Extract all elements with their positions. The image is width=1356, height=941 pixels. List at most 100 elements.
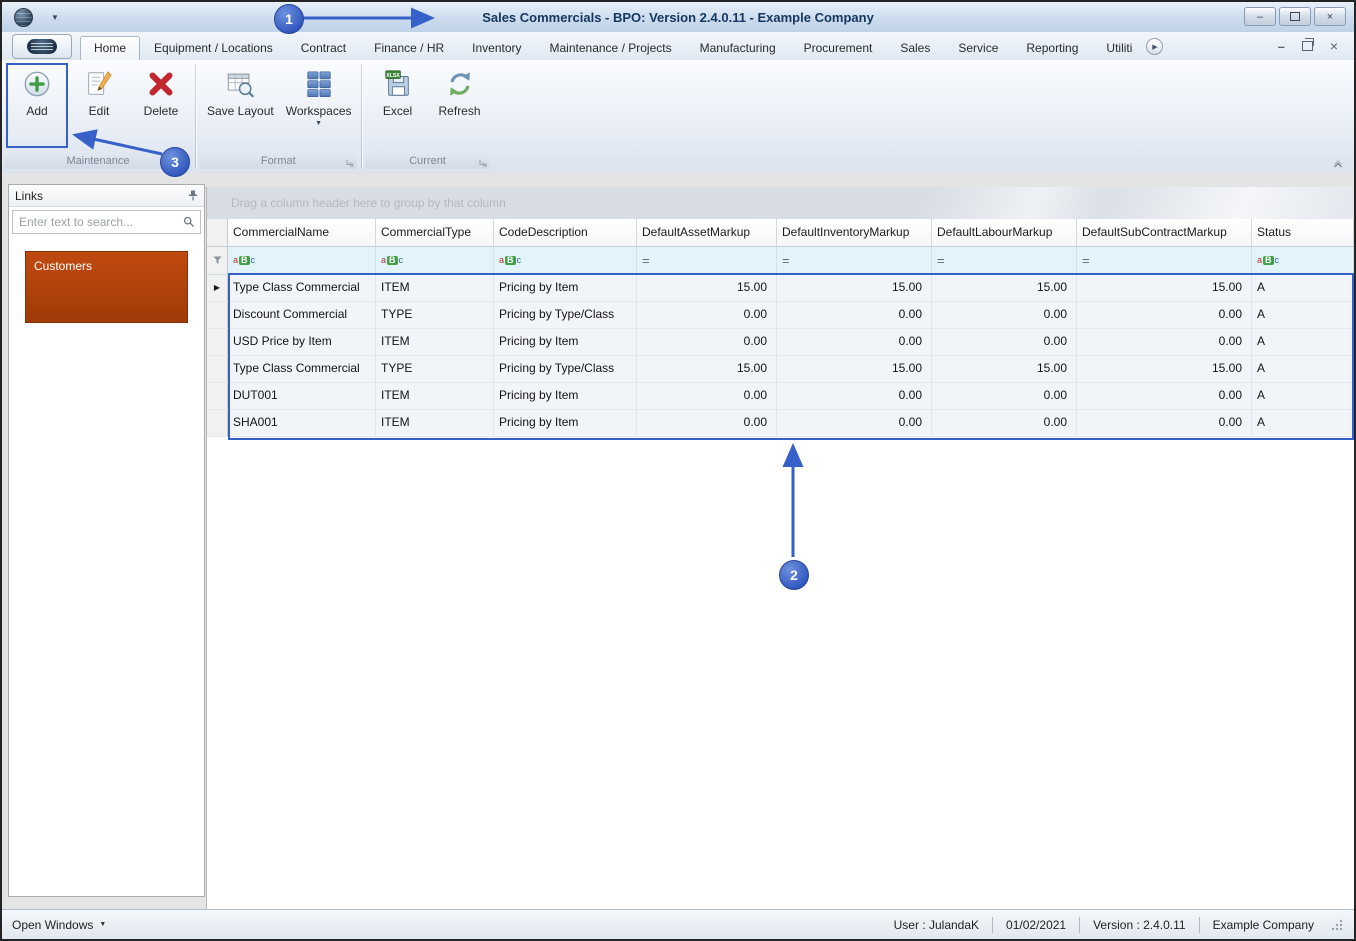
delete-button[interactable]: Delete [130, 62, 192, 152]
mdi-restore-button[interactable] [1301, 38, 1314, 51]
grid-cell[interactable]: 15.00 [932, 275, 1077, 301]
grid-cell[interactable]: DUT001 [228, 383, 376, 409]
open-windows-button[interactable]: Open Windows ▼ [12, 918, 106, 932]
refresh-button[interactable]: Refresh [429, 62, 491, 152]
column-header-commercialname[interactable]: CommercialName [228, 219, 376, 246]
grid-cell[interactable]: A [1252, 383, 1354, 409]
column-header-defaultassetmarkup[interactable]: DefaultAssetMarkup [637, 219, 777, 246]
quick-access-caret-icon[interactable]: ▼ [51, 13, 59, 22]
filter-cell-defaultassetmarkup[interactable]: = [637, 247, 777, 274]
grid-cell[interactable]: 0.00 [777, 410, 932, 436]
grid-cell[interactable]: 0.00 [637, 410, 777, 436]
tab-manufacturing[interactable]: Manufacturing [686, 36, 790, 60]
close-button[interactable]: × [1314, 7, 1346, 26]
grid-cell[interactable]: 0.00 [932, 329, 1077, 355]
column-header-defaultlabourmarkup[interactable]: DefaultLabourMarkup [932, 219, 1077, 246]
grid-cell[interactable]: ITEM [376, 329, 494, 355]
table-row[interactable]: ▶ Type Class Commercial ITEM Pricing by Ite… [207, 275, 1354, 302]
column-header-codedescription[interactable]: CodeDescription [494, 219, 637, 246]
grid-cell[interactable]: 15.00 [637, 275, 777, 301]
tab-service[interactable]: Service [944, 36, 1012, 60]
column-header-commercialtype[interactable]: CommercialType [376, 219, 494, 246]
tab-utiliti[interactable]: Utiliti [1092, 36, 1146, 60]
minimize-button[interactable]: – [1244, 7, 1276, 26]
group-by-panel[interactable]: Drag a column header here to group by th… [207, 187, 1354, 219]
grid-cell[interactable]: Discount Commercial [228, 302, 376, 328]
save-layout-button[interactable]: Save Layout [201, 62, 280, 152]
column-header-defaultinventorymarkup[interactable]: DefaultInventoryMarkup [777, 219, 932, 246]
grid-cell[interactable]: 0.00 [932, 302, 1077, 328]
grid-cell[interactable]: 0.00 [777, 302, 932, 328]
table-row[interactable]: DUT001 ITEM Pricing by Item 0.00 0.00 0.00 0.0… [207, 383, 1354, 410]
mdi-minimize-button[interactable]: – [1278, 39, 1285, 54]
grid-cell[interactable]: 15.00 [932, 356, 1077, 382]
table-row[interactable]: Discount Commercial TYPE Pricing by Type/C… [207, 302, 1354, 329]
tab-scroll-right-button[interactable]: ▶ [1146, 38, 1164, 55]
dialog-launcher-icon[interactable] [479, 159, 487, 167]
search-icon[interactable] [183, 216, 195, 228]
column-header-status[interactable]: Status [1252, 219, 1354, 246]
grid-cell[interactable]: A [1252, 410, 1354, 436]
grid-cell[interactable]: 0.00 [1077, 410, 1252, 436]
grid-cell[interactable]: USD Price by Item [228, 329, 376, 355]
grid-cell[interactable]: Type Class Commercial [228, 356, 376, 382]
workspaces-button[interactable]: Workspaces ▼ [280, 62, 358, 152]
filter-cell-commercialname[interactable]: aBc [228, 247, 376, 274]
column-header-defaultsubcontractmarkup[interactable]: DefaultSubContractMarkup [1077, 219, 1252, 246]
grid-cell[interactable]: Pricing by Item [494, 383, 637, 409]
tab-reporting[interactable]: Reporting [1012, 36, 1092, 60]
grid-cell[interactable]: A [1252, 329, 1354, 355]
grid-cell[interactable]: A [1252, 275, 1354, 301]
filter-cell-status[interactable]: aBc [1252, 247, 1354, 274]
grid-cell[interactable]: 15.00 [1077, 275, 1252, 301]
filter-cell-defaultinventorymarkup[interactable]: = [777, 247, 932, 274]
grid-cell[interactable]: 0.00 [932, 383, 1077, 409]
grid-cell[interactable]: 0.00 [637, 302, 777, 328]
grid-cell[interactable]: Pricing by Type/Class [494, 302, 637, 328]
table-row[interactable]: USD Price by Item ITEM Pricing by Item 0.00… [207, 329, 1354, 356]
grid-cell[interactable]: 15.00 [637, 356, 777, 382]
grid-cell[interactable]: Pricing by Item [494, 410, 637, 436]
tab-finance-hr[interactable]: Finance / HR [360, 36, 458, 60]
maximize-button[interactable] [1279, 7, 1311, 26]
filter-cell-codedescription[interactable]: aBc [494, 247, 637, 274]
grid-cell[interactable]: 0.00 [637, 383, 777, 409]
grid-cell[interactable]: TYPE [376, 302, 494, 328]
table-row[interactable]: Type Class Commercial TYPE Pricing by Type… [207, 356, 1354, 383]
grid-cell[interactable]: Type Class Commercial [228, 275, 376, 301]
grid-cell[interactable]: 15.00 [777, 275, 932, 301]
filter-cell-defaultlabourmarkup[interactable]: = [932, 247, 1077, 274]
grid-cell[interactable]: Pricing by Item [494, 329, 637, 355]
grid-cell[interactable]: 0.00 [777, 383, 932, 409]
application-menu-button[interactable] [12, 34, 72, 59]
grid-cell[interactable]: 0.00 [1077, 383, 1252, 409]
tab-sales[interactable]: Sales [886, 36, 944, 60]
grid-cell[interactable]: 0.00 [932, 410, 1077, 436]
grid-cell[interactable]: 0.00 [1077, 302, 1252, 328]
dialog-launcher-icon[interactable] [346, 159, 354, 167]
grid-cell[interactable]: 0.00 [777, 329, 932, 355]
edit-button[interactable]: Edit [68, 62, 130, 152]
excel-button[interactable]: XLSX Excel [367, 62, 429, 152]
grid-cell[interactable]: ITEM [376, 410, 494, 436]
grid-cell[interactable]: TYPE [376, 356, 494, 382]
filter-cell-defaultsubcontractmarkup[interactable]: = [1077, 247, 1252, 274]
pin-icon[interactable] [188, 190, 198, 201]
tab-maintenance-projects[interactable]: Maintenance / Projects [536, 36, 686, 60]
grid-cell[interactable]: Pricing by Type/Class [494, 356, 637, 382]
grid-cell[interactable]: Pricing by Item [494, 275, 637, 301]
grid-cell[interactable]: A [1252, 302, 1354, 328]
filter-cell-commercialtype[interactable]: aBc [376, 247, 494, 274]
table-row[interactable]: SHA001 ITEM Pricing by Item 0.00 0.00 0.00 0.0… [207, 410, 1354, 437]
grid-cell[interactable]: A [1252, 356, 1354, 382]
grid-cell[interactable]: ITEM [376, 275, 494, 301]
grid-cell[interactable]: SHA001 [228, 410, 376, 436]
tab-procurement[interactable]: Procurement [790, 36, 887, 60]
grid-cell[interactable]: 0.00 [637, 329, 777, 355]
tab-contract[interactable]: Contract [287, 36, 360, 60]
mdi-close-button[interactable]: × [1330, 38, 1338, 54]
tab-equipment-locations[interactable]: Equipment / Locations [140, 36, 287, 60]
resize-grip[interactable] [1330, 918, 1344, 932]
grid-cell[interactable]: ITEM [376, 383, 494, 409]
search-input[interactable] [13, 215, 183, 229]
